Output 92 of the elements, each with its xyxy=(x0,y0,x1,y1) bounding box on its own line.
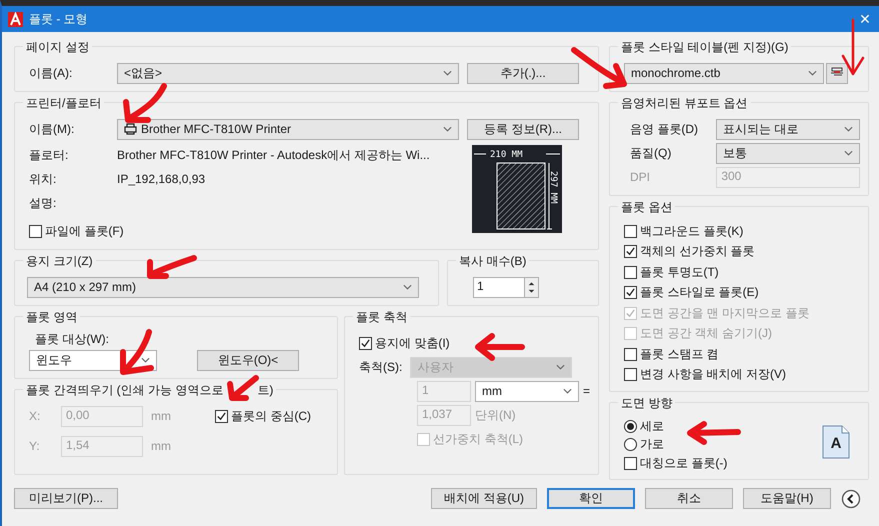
field-label: 플로터: xyxy=(29,148,68,162)
checkbox-label: 백그라운드 플롯(K) xyxy=(640,222,744,240)
radio-button[interactable] xyxy=(624,420,637,432)
group-title: 플롯 스타일 테이블(펜 지정)(G) xyxy=(621,39,788,56)
radio-button[interactable] xyxy=(624,438,637,450)
caret-icon xyxy=(141,357,150,363)
checkbox-label: 객체의 선가중치 플롯 xyxy=(640,243,755,260)
caret-icon xyxy=(562,388,572,394)
plotter-value: Brother MFC-T810W Printer - Autodesk에서 제공하는 Wi... xyxy=(117,146,430,164)
ok-button[interactable]: 확인 xyxy=(547,488,635,509)
checkbox-label: 플롯 스타일로 플롯(E) xyxy=(640,284,759,302)
help-button[interactable]: 도움말(H) xyxy=(743,488,831,509)
checkbox-label: 도면 공간을 맨 마지막으로 플롯 xyxy=(640,304,810,322)
group-title: 프린터/플로터 xyxy=(26,95,102,112)
edit-icon xyxy=(830,66,844,78)
unit-label: 단위(N) xyxy=(474,406,516,424)
group-title: 음영처리된 뷰포트 옵션 xyxy=(621,95,748,112)
group-title: 플롯 축척 xyxy=(356,309,408,326)
field-label: Y: xyxy=(29,439,40,453)
app-logo-icon xyxy=(8,12,23,26)
plot-style-dropdown[interactable]: monochrome.ctb xyxy=(624,62,824,84)
copies-spinner[interactable]: 1 xyxy=(473,276,539,298)
checkbox[interactable] xyxy=(624,266,637,279)
field-label: 설명: xyxy=(29,196,56,210)
field-label: 품질(Q) xyxy=(630,146,672,160)
window-title: 플롯 - 모형 xyxy=(29,10,88,28)
height-label: 297 MM xyxy=(548,171,558,204)
group-title: 도면 방향 xyxy=(621,395,672,412)
checkbox[interactable] xyxy=(624,286,637,300)
checkbox-label: 변경 사항을 배치에 저장(V) xyxy=(640,366,786,384)
field-label: X: xyxy=(29,409,40,423)
checkbox-label: 파일에 플롯(F) xyxy=(45,222,124,240)
checkbox-label: 플롯 스탬프 켬 xyxy=(640,346,719,363)
field-label: 플롯 대상(W): xyxy=(35,332,109,346)
close-button[interactable]: ✕ xyxy=(851,10,879,28)
width-label: 210 MM xyxy=(490,150,523,160)
field-label: 위치: xyxy=(29,172,56,186)
group-title: 페이지 설정 xyxy=(26,39,90,56)
paper-size-dropdown[interactable]: A4 (210 x 297 mm) xyxy=(27,276,419,298)
portrait-page-icon: A xyxy=(822,425,850,459)
checkbox[interactable] xyxy=(29,224,42,238)
checkbox-label: 도면 공간 객체 숨기기(J) xyxy=(640,325,772,342)
annotation-arrow-icon xyxy=(224,374,260,402)
checkbox-label: 선가중치 축척(L) xyxy=(432,430,523,448)
add-button[interactable]: 추가(.)... xyxy=(467,62,579,84)
field-label: 음영 플롯(D) xyxy=(630,122,698,136)
checkbox-label: 용지에 맞춤(I) xyxy=(374,334,450,352)
unit-label: mm xyxy=(151,409,171,423)
page-setup-dropdown[interactable]: <없음> xyxy=(117,62,459,84)
checkbox-label: 플롯의 중심(C) xyxy=(231,408,311,424)
caret-icon xyxy=(443,126,452,132)
group-title: 복사 매수(B) xyxy=(459,253,526,270)
checkbox[interactable] xyxy=(624,348,637,361)
field-label: 이름(A): xyxy=(29,66,72,80)
checkbox-label: 대칭으로 플롯(-) xyxy=(640,454,728,472)
group-title: 플롯 옵션 xyxy=(621,199,672,216)
quality-dropdown[interactable]: 보통 xyxy=(716,142,860,164)
checkbox[interactable] xyxy=(624,368,637,382)
checkbox[interactable] xyxy=(624,224,637,238)
equals-sign: = xyxy=(582,384,590,398)
radio-label: 세로 xyxy=(640,418,664,434)
edit-style-button[interactable] xyxy=(826,62,848,84)
annotation-arrow-icon xyxy=(120,82,170,124)
caret-icon xyxy=(403,284,412,290)
collapse-button[interactable] xyxy=(841,488,861,508)
annotation-arrow-icon xyxy=(117,328,155,376)
printer-icon xyxy=(124,123,137,135)
checkbox-label: 플롯 투명도(T) xyxy=(640,264,719,281)
caret-icon xyxy=(808,70,817,76)
printer-dropdown[interactable]: Brother MFC-T810W Printer xyxy=(117,118,459,140)
field-label: 이름(M): xyxy=(29,122,74,136)
checkbox[interactable] xyxy=(624,456,637,470)
properties-button[interactable]: 등록 정보(R)... xyxy=(467,118,579,140)
location-value: IP_192,168,0,93 xyxy=(117,172,206,186)
checkbox[interactable] xyxy=(624,245,637,258)
radio-label: 가로 xyxy=(640,436,664,452)
group-title: 트) xyxy=(257,382,274,399)
caret-icon xyxy=(844,150,853,156)
group-title: 플롯 영역 xyxy=(26,309,78,326)
cancel-button[interactable]: 취소 xyxy=(645,488,733,509)
caret-icon xyxy=(556,364,566,370)
field-label: DPI xyxy=(630,170,650,184)
window-button[interactable]: 윈도우(O)< xyxy=(197,350,299,370)
shade-plot-dropdown[interactable]: 표시되는 대로 xyxy=(716,118,860,140)
preview-button[interactable]: 미리보기(P)... xyxy=(14,488,118,509)
group-title: 플롯 간격띄우기 (인쇄 가능 영역으로 xyxy=(26,382,224,399)
field-label: 축척(S): xyxy=(358,358,402,376)
unit-label: mm xyxy=(151,439,171,453)
apply-button[interactable]: 배치에 적용(U) xyxy=(431,488,537,509)
caret-icon xyxy=(844,126,853,132)
caret-icon xyxy=(443,70,452,76)
group-title: 용지 크기(Z) xyxy=(26,253,93,270)
